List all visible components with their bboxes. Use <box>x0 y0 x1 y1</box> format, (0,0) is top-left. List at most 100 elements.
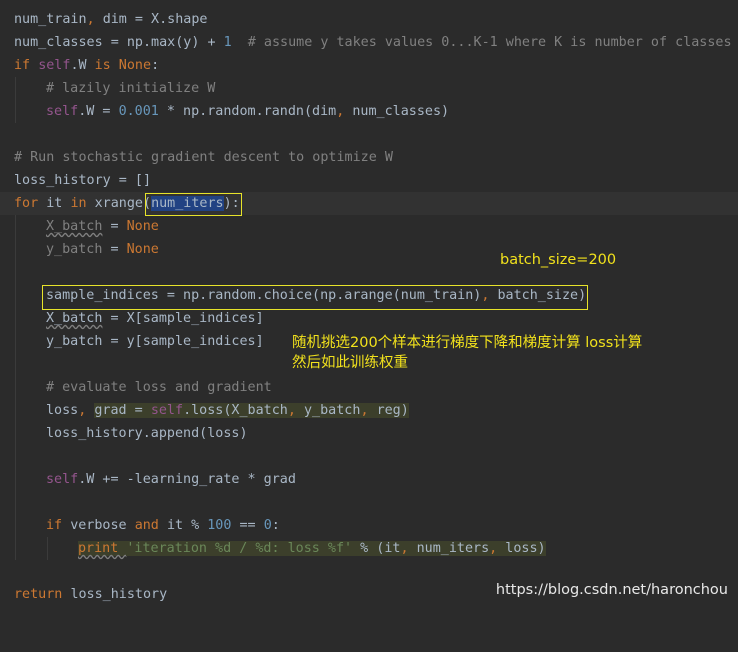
code-line-18[interactable]: loss, grad = self.loss(X_batch, y_batch,… <box>0 399 738 422</box>
code-token: = X[sample_indices] <box>102 311 264 326</box>
code-line-17[interactable]: # evaluate loss and gradient <box>0 376 738 399</box>
indent-guide <box>15 514 16 537</box>
code-string: 'iteration %d / %d: loss %f' <box>126 541 353 556</box>
code-comment: # lazily initialize W <box>46 81 216 96</box>
code-token: = <box>102 219 127 234</box>
code-line-3[interactable]: if self.W is None: <box>0 54 738 77</box>
annotation-description-line-2: 然后如此训练权重 <box>292 355 408 371</box>
code-token: * np.random.randn(dim <box>158 104 337 119</box>
code-token: self <box>38 58 71 73</box>
code-token: : <box>271 518 280 533</box>
code-editor[interactable]: num_train, dim = X.shape num_classes = n… <box>0 0 738 611</box>
code-line-11[interactable]: y_batch = None <box>0 238 738 261</box>
code-token: and <box>134 518 167 533</box>
code-token: = <box>102 242 127 257</box>
code-token: , <box>489 541 506 556</box>
code-token: loss_history = [] <box>14 173 152 188</box>
code-token: y_batch = y[sample_indices] <box>46 334 264 349</box>
indent-guide <box>15 445 16 468</box>
code-token: reg) <box>376 403 409 418</box>
code-line-1[interactable]: num_train, dim = X.shape <box>0 8 738 31</box>
code-token: X_batch <box>46 311 103 326</box>
indent-guide <box>15 238 16 261</box>
code-token: , <box>86 12 103 27</box>
watermark: https://blog.csdn.net/haronchou <box>495 582 728 598</box>
code-token: in <box>70 196 95 211</box>
code-line-4[interactable]: # lazily initialize W <box>0 77 738 100</box>
indent-guide <box>15 261 16 284</box>
code-token: , <box>78 403 95 418</box>
code-token: if <box>14 58 39 73</box>
code-line-7[interactable]: # Run stochastic gradient descent to opt… <box>0 146 738 169</box>
code-token: it % <box>166 518 208 533</box>
code-token: grad = <box>94 403 151 418</box>
indent-guide <box>15 468 16 491</box>
code-token: None <box>126 242 159 257</box>
code-token: loss_history <box>70 587 168 602</box>
code-line-19[interactable]: loss_history.append(loss) <box>0 422 738 445</box>
code-token: it <box>46 196 71 211</box>
code-token: , <box>336 104 353 119</box>
code-token: == <box>231 518 264 533</box>
indent-guide <box>47 537 48 560</box>
code-token: 0.001 <box>118 104 159 119</box>
code-token: verbose <box>70 518 135 533</box>
code-line-20[interactable] <box>0 445 738 468</box>
code-comment: # Run stochastic gradient descent to opt… <box>14 150 393 165</box>
code-token: num_train <box>14 12 87 27</box>
code-token: xrange( <box>94 196 152 211</box>
code-token: loss) <box>505 541 546 556</box>
code-token: : <box>151 58 160 73</box>
code-token: 0 <box>263 518 272 533</box>
code-token: 1 <box>223 35 232 50</box>
indent-guide <box>15 284 16 307</box>
code-line-22[interactable] <box>0 491 738 514</box>
indent-guide <box>15 491 16 514</box>
indent-guide <box>15 399 16 422</box>
indent-guide <box>15 376 16 399</box>
indent-guide <box>15 307 16 330</box>
code-token: , <box>400 541 417 556</box>
code-token: .W <box>70 58 95 73</box>
code-line-10[interactable]: X_batch = None <box>0 215 738 238</box>
code-token: dim = X.shape <box>102 12 208 27</box>
highlight-box-sample-indices <box>42 285 588 310</box>
code-token: % (it <box>352 541 401 556</box>
code-comment: # evaluate loss and gradient <box>46 380 272 395</box>
code-line-9[interactable]: for it in xrange(num_iters): <box>0 192 738 215</box>
code-comment: # assume y takes values 0...K-1 where K … <box>231 35 732 50</box>
code-line-24[interactable]: print 'iteration %d / %d: loss %f' % (it… <box>0 537 738 560</box>
indent-guide <box>15 330 16 353</box>
code-line-8[interactable]: loss_history = [] <box>0 169 738 192</box>
code-line-5[interactable]: self.W = 0.001 * np.random.randn(dim, nu… <box>0 100 738 123</box>
code-line-14[interactable]: X_batch = X[sample_indices] <box>0 307 738 330</box>
indent-guide <box>15 353 16 376</box>
code-token: is None <box>94 58 152 73</box>
indent-guide <box>15 77 16 100</box>
code-line-21[interactable]: self.W += -learning_rate * grad <box>0 468 738 491</box>
code-token: y_batch <box>304 403 361 418</box>
code-token: .W += -learning_rate * grad <box>78 472 296 487</box>
indent-guide <box>15 422 16 445</box>
indent-guide <box>15 100 16 123</box>
code-token: self <box>46 472 79 487</box>
annotation-batch-size: batch_size=200 <box>500 252 617 268</box>
code-line-2[interactable]: num_classes = np.max(y) + 1 # assume y t… <box>0 31 738 54</box>
code-token: num_classes = np.max(y) + <box>14 35 224 50</box>
unused-variable: y_batch <box>46 242 103 257</box>
code-token: num_iters <box>416 541 490 556</box>
code-line-12[interactable] <box>0 261 738 284</box>
code-token: 100 <box>207 518 232 533</box>
unused-variable: X_batch <box>46 219 103 234</box>
code-token: for <box>14 196 47 211</box>
code-token: num_classes) <box>352 104 450 119</box>
code-token: self <box>150 403 184 418</box>
code-token: , <box>287 403 304 418</box>
code-line-23[interactable]: if verbose and it % 100 == 0: <box>0 514 738 537</box>
code-token: print <box>78 541 127 556</box>
code-token: None <box>126 219 159 234</box>
code-token: loss_history.append(loss) <box>46 426 248 441</box>
code-token: if <box>46 518 71 533</box>
code-token: self <box>46 104 79 119</box>
code-token: .W = <box>78 104 119 119</box>
